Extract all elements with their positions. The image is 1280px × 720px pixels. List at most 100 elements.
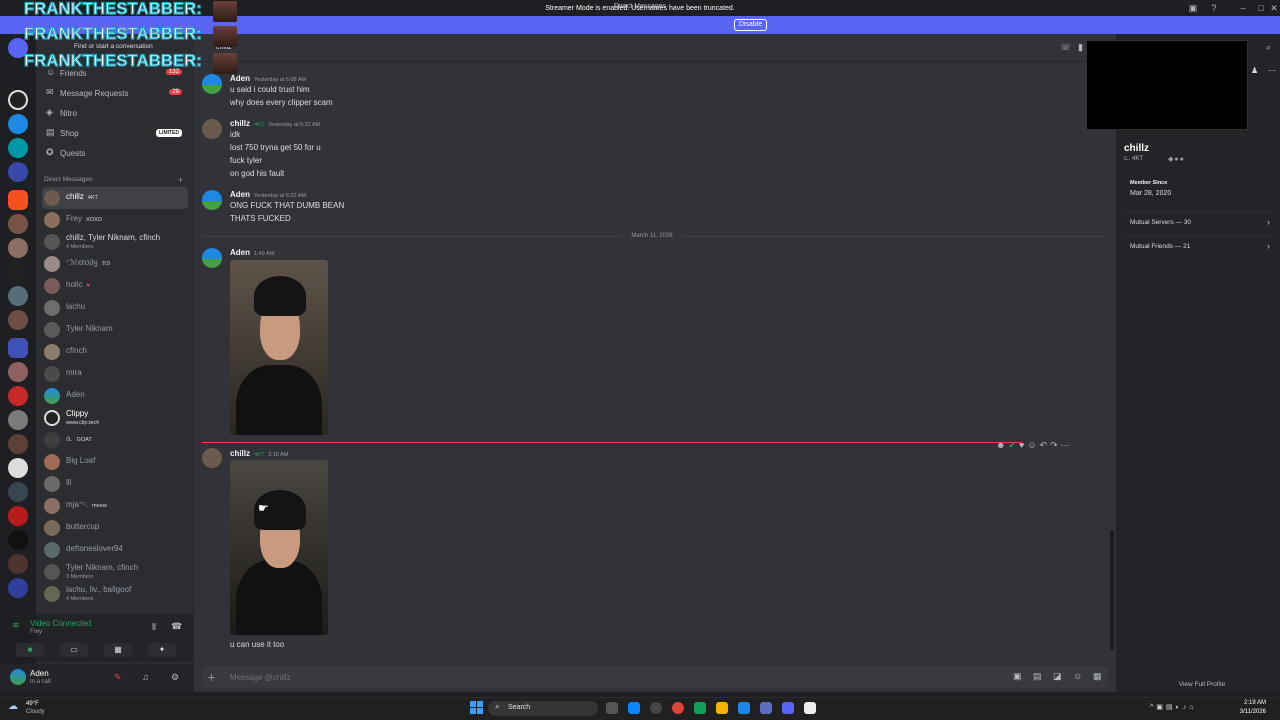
dm-item[interactable]: ᐟℳєℓσ∂ყ ℬℬ bbox=[42, 253, 188, 275]
file-explorer-icon[interactable] bbox=[716, 702, 728, 714]
image-attachment[interactable] bbox=[230, 460, 328, 635]
noise-suppression-icon[interactable]: ⦀ bbox=[152, 622, 156, 633]
taskbar-date[interactable]: 3/11/2026 bbox=[1232, 709, 1266, 715]
video-icon[interactable]: ▮ bbox=[1078, 42, 1083, 53]
server-icon[interactable] bbox=[8, 362, 28, 382]
dm-item[interactable]: chillz, Tyler Niknam, cfinch 4 Members bbox=[42, 231, 188, 253]
mutual-friends-row[interactable]: Mutual Friends — 21 › bbox=[1124, 236, 1274, 256]
voice-status[interactable]: Video Connected bbox=[30, 619, 91, 628]
dm-item[interactable]: Clippy www.clip.tech bbox=[42, 407, 188, 429]
server-icon[interactable] bbox=[8, 458, 28, 478]
dm-item[interactable]: holic ♥ bbox=[42, 275, 188, 297]
server-icon[interactable] bbox=[8, 410, 28, 430]
forward-icon[interactable]: ↷ bbox=[1050, 440, 1061, 450]
server-icon[interactable] bbox=[8, 162, 28, 182]
dm-item[interactable]: a. GOAT bbox=[42, 429, 188, 451]
server-icon[interactable] bbox=[8, 434, 28, 454]
task-view-icon[interactable] bbox=[606, 702, 618, 714]
server-icon[interactable] bbox=[8, 190, 28, 210]
mutual-servers-row[interactable]: Mutual Servers — 30 › bbox=[1124, 212, 1274, 232]
sticker-icon[interactable]: ◪ bbox=[1053, 671, 1062, 682]
nav-quests[interactable]: ✪ Quests bbox=[44, 146, 184, 162]
dm-item[interactable]: buttercup bbox=[42, 517, 188, 539]
taskbar-search[interactable] bbox=[488, 701, 598, 716]
attach-icon[interactable]: ＋ bbox=[207, 671, 216, 684]
camera-button[interactable]: ■ bbox=[16, 643, 44, 657]
soundboard-button[interactable]: ✦ bbox=[148, 643, 176, 657]
dm-item[interactable]: cfinch bbox=[42, 341, 188, 363]
message-input[interactable]: Message @chillz bbox=[230, 673, 291, 682]
author-name[interactable]: chillz bbox=[230, 449, 250, 458]
edge-icon[interactable] bbox=[628, 702, 640, 714]
search-icon[interactable]: ⌕ bbox=[1266, 42, 1271, 53]
message-avatar[interactable] bbox=[202, 119, 222, 139]
weather-icon[interactable]: ☁ bbox=[8, 701, 18, 712]
app-icon[interactable] bbox=[760, 702, 772, 714]
server-icon[interactable] bbox=[8, 506, 28, 526]
server-icon[interactable] bbox=[8, 554, 28, 574]
folder-icon[interactable] bbox=[8, 338, 28, 358]
apps-icon[interactable]: ▦ bbox=[1093, 671, 1102, 682]
discord-icon[interactable] bbox=[782, 702, 794, 714]
app-icon[interactable] bbox=[738, 702, 750, 714]
more-icon[interactable]: ⋯ bbox=[1061, 440, 1073, 450]
browser-icon[interactable] bbox=[694, 702, 706, 714]
message-composer[interactable] bbox=[202, 666, 1108, 688]
activities-button[interactable]: ▦ bbox=[104, 643, 132, 657]
dm-item[interactable]: mira bbox=[42, 363, 188, 385]
server-icon[interactable] bbox=[8, 214, 28, 234]
dm-item[interactable]: deftoneslover94 bbox=[42, 539, 188, 561]
headphones-icon[interactable]: ♫ bbox=[142, 672, 149, 682]
disconnect-icon[interactable]: ☎ bbox=[171, 621, 182, 632]
create-dm-icon[interactable]: + bbox=[178, 175, 183, 185]
server-icon[interactable] bbox=[8, 310, 28, 330]
gift-icon[interactable]: ▣ bbox=[1013, 671, 1022, 682]
server-icon[interactable] bbox=[8, 90, 28, 110]
server-icon[interactable] bbox=[8, 114, 28, 134]
message-avatar[interactable] bbox=[202, 74, 222, 94]
dm-item[interactable]: Tyler Niknam, cfinch 3 Members bbox=[42, 561, 188, 583]
message-avatar[interactable] bbox=[202, 448, 222, 468]
message-avatar[interactable] bbox=[202, 190, 222, 210]
video-preview[interactable] bbox=[1086, 40, 1248, 130]
image-attachment[interactable] bbox=[230, 260, 328, 435]
nav-nitro[interactable]: ◈ Nitro bbox=[44, 106, 184, 122]
chat-scrollbar[interactable] bbox=[1110, 530, 1114, 650]
add-friend-icon[interactable]: ♟ bbox=[1251, 66, 1258, 75]
mic-muted-icon[interactable]: ✎ bbox=[114, 672, 122, 683]
server-icon[interactable] bbox=[8, 262, 28, 282]
dm-item[interactable]: chillz 4KT bbox=[42, 187, 188, 209]
gif-icon[interactable]: ▤ bbox=[1033, 671, 1042, 682]
tray-icons[interactable]: ^▣▤◐♪⌂ bbox=[1150, 703, 1196, 711]
start-icon[interactable] bbox=[470, 701, 483, 714]
call-icon[interactable]: ☏ bbox=[1060, 42, 1071, 53]
reply-icon[interactable]: ↶ bbox=[1040, 440, 1051, 450]
settings-icon[interactable]: ⚙ bbox=[171, 672, 179, 683]
view-full-profile-link[interactable]: View Full Profile bbox=[1160, 681, 1244, 688]
message-avatar[interactable] bbox=[202, 248, 222, 268]
dm-item[interactable]: lll bbox=[42, 473, 188, 495]
app-icon[interactable] bbox=[650, 702, 662, 714]
author-name[interactable]: Aden bbox=[230, 248, 250, 257]
server-icon[interactable] bbox=[8, 286, 28, 306]
author-name[interactable]: chillz bbox=[230, 119, 250, 128]
server-icon[interactable] bbox=[8, 138, 28, 158]
profile-more-icon[interactable]: ⋯ bbox=[1268, 66, 1276, 75]
nav-message-requests[interactable]: ✉ Message Requests 29 bbox=[44, 86, 184, 102]
emoji-icon[interactable]: ☺ bbox=[1073, 671, 1082, 681]
chrome-icon[interactable] bbox=[672, 702, 684, 714]
server-icon[interactable] bbox=[8, 530, 28, 550]
user-avatar[interactable] bbox=[10, 669, 26, 685]
dm-item[interactable]: Frey XOXO bbox=[42, 209, 188, 231]
dm-item[interactable]: lachu bbox=[42, 297, 188, 319]
emoji-reaction-icon[interactable]: ☻ bbox=[996, 440, 1008, 450]
author-name[interactable]: Aden bbox=[230, 190, 250, 199]
server-icon[interactable] bbox=[8, 238, 28, 258]
check-reaction-icon[interactable]: ✔ bbox=[1008, 440, 1019, 450]
screen-share-button[interactable]: ▭ bbox=[60, 643, 88, 657]
dm-item[interactable]: Tyler Niknam bbox=[42, 319, 188, 341]
dm-item[interactable]: mja⁺ᶜ. meow bbox=[42, 495, 188, 517]
nav-shop[interactable]: ▤ Shop LIMITED bbox=[44, 126, 184, 142]
server-icon[interactable] bbox=[8, 386, 28, 406]
taskbar-clock[interactable]: 2:19 AM bbox=[1232, 700, 1266, 706]
